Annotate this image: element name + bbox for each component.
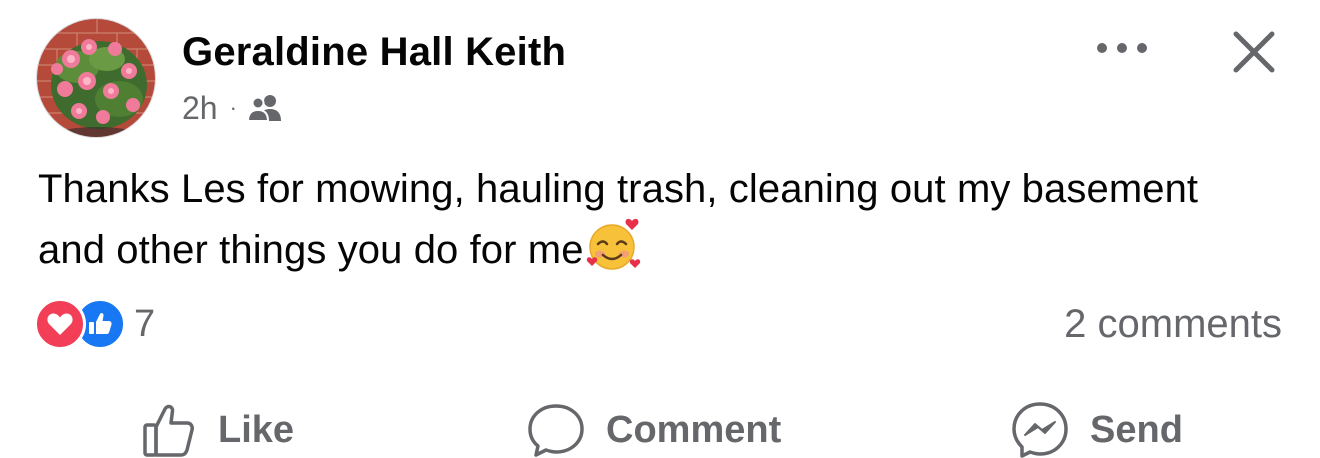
close-icon: [1233, 31, 1275, 73]
post-text: Thanks Les for mowing, hauling trash, cl…: [38, 162, 1258, 278]
comments-count[interactable]: 2 comments: [1064, 300, 1282, 348]
love-reaction-icon: [34, 298, 86, 350]
reaction-count: 7: [134, 302, 156, 345]
close-button[interactable]: [1224, 22, 1284, 82]
author-avatar[interactable]: [36, 18, 156, 138]
like-label: Like: [218, 408, 295, 451]
send-label: Send: [1090, 408, 1183, 451]
post-card: Geraldine Hall Keith 2h · Thanks Les for…: [0, 0, 1320, 458]
post-timestamp[interactable]: 2h: [182, 90, 218, 127]
reactions-summary[interactable]: 7: [34, 298, 156, 350]
friends-icon: [246, 93, 283, 123]
messenger-icon: [1012, 402, 1068, 458]
more-options-button[interactable]: [1090, 28, 1154, 68]
meta-separator: ·: [229, 95, 237, 120]
post-meta: 2h ·: [182, 88, 283, 128]
like-icon: [143, 404, 194, 457]
author-name[interactable]: Geraldine Hall Keith: [182, 30, 566, 75]
like-button[interactable]: Like: [140, 398, 294, 458]
comment-label: Comment: [606, 408, 782, 451]
comment-icon: [528, 404, 584, 457]
more-icon: [1097, 43, 1147, 53]
send-button[interactable]: Send: [1010, 398, 1183, 458]
smiling-face-with-hearts-icon: [586, 217, 642, 273]
comment-button[interactable]: Comment: [526, 398, 781, 458]
